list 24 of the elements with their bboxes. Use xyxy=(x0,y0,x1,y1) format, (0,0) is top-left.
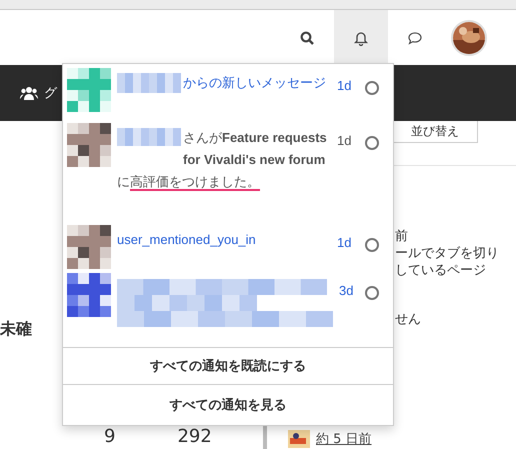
post-text: しているページ xyxy=(395,262,487,279)
notification-action-button[interactable]: すべての通知を見る xyxy=(63,384,393,425)
notification-time: 1d xyxy=(337,234,352,250)
notification-link[interactable]: user_mentioned_you_in xyxy=(117,229,331,251)
read-status-toggle[interactable] xyxy=(365,238,379,252)
notification-text[interactable]: さんがFeature requests for Vivaldi's new forumに高評価をつけました。 xyxy=(117,127,331,193)
count-text: 292 xyxy=(177,427,212,446)
notification-link[interactable]: からの新しいメッセージ xyxy=(117,72,331,94)
nav-label[interactable]: グ xyxy=(44,84,57,102)
read-status-toggle[interactable] xyxy=(365,81,379,95)
group-icon xyxy=(20,86,38,100)
sort-button[interactable]: 並び替え xyxy=(392,121,478,143)
read-status-toggle[interactable] xyxy=(365,286,379,300)
count-text: 9 xyxy=(104,427,116,446)
post-text: ールでタブを切り xyxy=(395,245,500,262)
notification-time: 1d xyxy=(337,132,352,148)
notification-time: 3d xyxy=(339,282,354,298)
post-text: 前 xyxy=(395,228,409,245)
read-status-toggle[interactable] xyxy=(365,136,379,150)
section-label: 未確 xyxy=(0,319,33,338)
notification-time: 1d xyxy=(337,77,352,93)
post-time-link[interactable]: 約 5 日前 xyxy=(316,430,372,448)
notification-action-button[interactable]: すべての通知を既読にする xyxy=(63,347,393,384)
post-text: せん xyxy=(395,311,422,328)
